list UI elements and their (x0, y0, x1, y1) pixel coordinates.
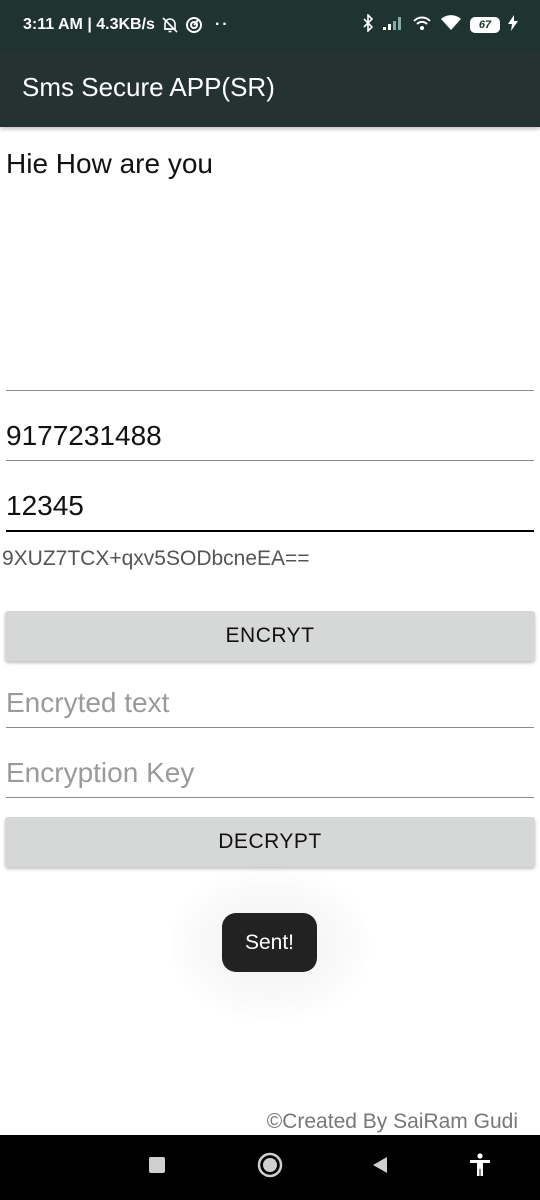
back-icon (371, 1156, 389, 1179)
wifi-icon (440, 14, 462, 36)
toast-message: Sent! (222, 913, 317, 972)
encryption-key-input[interactable]: Encryption Key (6, 757, 534, 798)
encrypted-text-placeholder: Encryted text (6, 687, 170, 718)
recent-apps-icon (148, 1156, 166, 1179)
message-text: Hie How are you (6, 148, 213, 179)
message-input[interactable]: Hie How are you (6, 140, 534, 391)
alarm-off-icon (161, 16, 179, 34)
app-bar: Sms Secure APP(SR) (0, 50, 540, 127)
signal-icon (382, 15, 404, 36)
bluetooth-icon (362, 12, 374, 37)
decrypt-button[interactable]: DECRYPT (5, 817, 535, 867)
status-time: 3:11 AM | 4.3KB/s (23, 16, 155, 33)
encryption-key-placeholder: Encryption Key (6, 757, 195, 788)
app-title: Sms Secure APP(SR) (22, 72, 275, 102)
charging-icon (508, 14, 518, 36)
battery-icon: 67 (470, 17, 500, 33)
accessibility-button[interactable] (450, 1135, 510, 1200)
phone-number-value: 9177231488 (6, 420, 162, 451)
status-bar: 3:11 AM | 4.3KB/s ·· 67 (0, 0, 540, 50)
key-value: 12345 (6, 490, 84, 521)
back-button[interactable] (350, 1135, 410, 1200)
phone-number-input[interactable]: 9177231488 (6, 420, 534, 461)
wifi-calling-icon (412, 15, 432, 36)
status-left: 3:11 AM | 4.3KB/s ·· (23, 0, 230, 50)
battery-level: 67 (470, 17, 500, 33)
encrypted-text-input[interactable]: Encryted text (6, 687, 534, 728)
footer-credit: ©Created By SaiRam Gudi (266, 1110, 518, 1133)
home-icon (257, 1152, 283, 1183)
data-saver-icon (185, 16, 203, 34)
navigation-bar (0, 1135, 540, 1200)
key-input[interactable]: 12345 (6, 490, 534, 532)
encrypt-button[interactable]: ENCRYT (5, 611, 535, 661)
cipher-output: 9XUZ7TCX+qxv5SODbcneEA== (2, 547, 310, 570)
recent-apps-button[interactable] (127, 1135, 187, 1200)
status-right: 67 (362, 0, 518, 50)
accessibility-icon (469, 1153, 491, 1182)
overflow-dots: ·· (214, 16, 230, 33)
home-button[interactable] (240, 1135, 300, 1200)
